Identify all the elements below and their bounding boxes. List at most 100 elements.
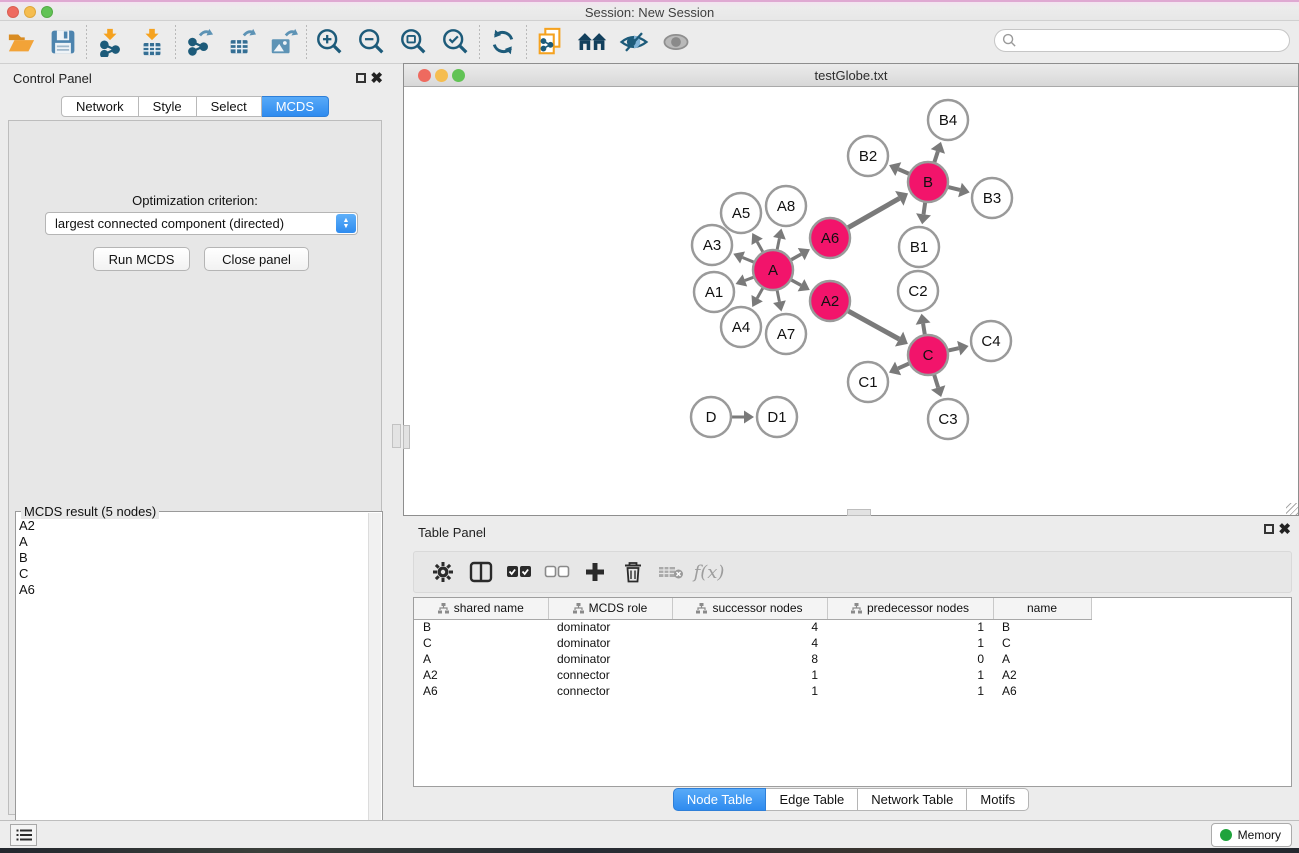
tab-network[interactable]: Network: [61, 96, 139, 117]
tab-network-table[interactable]: Network Table: [858, 788, 967, 811]
cell-name[interactable]: C: [993, 635, 1091, 651]
resize-grip-icon[interactable]: [1286, 503, 1298, 515]
mcds-result-item[interactable]: A: [19, 534, 366, 550]
cell-predecessor-nodes[interactable]: 1: [827, 683, 993, 699]
task-history-button[interactable]: [10, 824, 37, 846]
cell-shared-name[interactable]: B: [414, 619, 548, 635]
first-neighbors-button[interactable]: [571, 24, 613, 60]
cell-successor-nodes[interactable]: 1: [672, 683, 827, 699]
mcds-result-list[interactable]: A2ABCA6: [19, 518, 366, 852]
cell-successor-nodes[interactable]: 1: [672, 667, 827, 683]
mcds-result-item[interactable]: B: [19, 550, 366, 566]
cell-MCDS-role[interactable]: dominator: [548, 619, 672, 635]
tab-node-table[interactable]: Node Table: [673, 788, 767, 811]
cell-name[interactable]: B: [993, 619, 1091, 635]
cell-predecessor-nodes[interactable]: 1: [827, 619, 993, 635]
show-graphics-details-button[interactable]: [655, 24, 697, 60]
cell-successor-nodes[interactable]: 4: [672, 635, 827, 651]
zoom-fit-button[interactable]: [393, 24, 435, 60]
select-all-rows-button[interactable]: [500, 555, 538, 589]
open-file-button[interactable]: [0, 24, 42, 60]
close-panel-icon[interactable]: ✖: [370, 69, 383, 87]
node-label-B4: B4: [939, 112, 957, 129]
function-builder-button[interactable]: f(x): [690, 555, 728, 589]
edge-A2-C[interactable]: [844, 309, 899, 339]
hide-graphics-details-button[interactable]: [613, 24, 655, 60]
cell-predecessor-nodes[interactable]: 1: [827, 635, 993, 651]
column-header-predecessor-nodes[interactable]: predecessor nodes: [827, 598, 993, 619]
close-panel-button[interactable]: Close panel: [204, 247, 309, 271]
delete-column-button[interactable]: [614, 555, 652, 589]
memory-button[interactable]: Memory: [1211, 823, 1292, 847]
column-header-shared-name[interactable]: shared name: [414, 598, 548, 619]
export-network-button[interactable]: [178, 24, 220, 60]
panel-splitter-handle[interactable]: [392, 424, 401, 448]
cell-shared-name[interactable]: C: [414, 635, 548, 651]
left-splitter-grip[interactable]: [403, 425, 410, 449]
cell-successor-nodes[interactable]: 4: [672, 619, 827, 635]
table-row[interactable]: Cdominator41C: [414, 635, 1109, 651]
mcds-scrollbar[interactable]: [368, 513, 381, 853]
mcds-result-item[interactable]: A6: [19, 582, 366, 598]
close-table-panel-icon[interactable]: ✖: [1278, 520, 1291, 538]
cell-MCDS-role[interactable]: connector: [548, 683, 672, 699]
node-table[interactable]: shared nameMCDS rolesuccessor nodesprede…: [413, 597, 1292, 787]
tab-style[interactable]: Style: [139, 96, 197, 117]
zoom-out-button[interactable]: [351, 24, 393, 60]
search-input[interactable]: [994, 29, 1290, 52]
column-header-name[interactable]: name: [993, 598, 1091, 619]
clone-network-button[interactable]: [529, 24, 571, 60]
network-canvas[interactable]: AA1A2A3A4A5A6A7A8BB1B2B3B4CC1C2C3C4DD1: [404, 87, 1298, 515]
cell-MCDS-role[interactable]: connector: [548, 667, 672, 683]
optimization-dropdown[interactable]: largest connected component (directed) ▲…: [45, 212, 358, 235]
column-header-MCDS-role[interactable]: MCDS role: [548, 598, 672, 619]
table-row[interactable]: A2connector11A2: [414, 667, 1109, 683]
cell-predecessor-nodes[interactable]: 1: [827, 667, 993, 683]
app-titlebar: Session: New Session: [0, 0, 1299, 21]
cell-predecessor-nodes[interactable]: 0: [827, 651, 993, 667]
mcds-result-item[interactable]: C: [19, 566, 366, 582]
zoom-fit-icon: [399, 27, 429, 57]
network-graph[interactable]: AA1A2A3A4A5A6A7A8BB1B2B3B4CC1C2C3C4DD1: [404, 87, 1298, 515]
edge-A6-B[interactable]: [844, 198, 899, 230]
run-mcds-button[interactable]: Run MCDS: [93, 247, 190, 271]
cell-MCDS-role[interactable]: dominator: [548, 651, 672, 667]
zoom-selected-button[interactable]: [435, 24, 477, 60]
deselect-all-rows-button[interactable]: [538, 555, 576, 589]
export-table-button[interactable]: [220, 24, 262, 60]
network-window-titlebar[interactable]: testGlobe.txt: [404, 64, 1298, 87]
delete-table-icon: [658, 563, 684, 581]
mcds-result-item[interactable]: A2: [19, 518, 366, 534]
cell-shared-name[interactable]: A: [414, 651, 548, 667]
column-visibility-button[interactable]: [462, 555, 500, 589]
zoom-in-button[interactable]: [309, 24, 351, 60]
export-image-button[interactable]: [262, 24, 304, 60]
bottom-splitter-grip[interactable]: [847, 509, 871, 516]
tab-motifs[interactable]: Motifs: [967, 788, 1029, 811]
table-settings-button[interactable]: [424, 555, 462, 589]
table-row[interactable]: Bdominator41B: [414, 619, 1109, 635]
cell-name[interactable]: A: [993, 651, 1091, 667]
cell-name[interactable]: A6: [993, 683, 1091, 699]
tab-mcds[interactable]: MCDS: [262, 96, 329, 117]
table-row[interactable]: Adominator80A: [414, 651, 1109, 667]
float-table-panel-icon[interactable]: [1264, 524, 1274, 534]
cell-shared-name[interactable]: A2: [414, 667, 548, 683]
cell-successor-nodes[interactable]: 8: [672, 651, 827, 667]
refresh-button[interactable]: [482, 24, 524, 60]
tab-select[interactable]: Select: [197, 96, 262, 117]
float-panel-icon[interactable]: [356, 73, 366, 83]
cell-shared-name[interactable]: A6: [414, 683, 548, 699]
cell-MCDS-role[interactable]: dominator: [548, 635, 672, 651]
save-session-button[interactable]: [42, 24, 84, 60]
cell-name[interactable]: A2: [993, 667, 1091, 683]
toolbar-separator: [86, 25, 87, 59]
import-table-button[interactable]: [131, 24, 173, 60]
tab-edge-table[interactable]: Edge Table: [766, 788, 858, 811]
import-network-button[interactable]: [89, 24, 131, 60]
add-column-button[interactable]: [576, 555, 614, 589]
toolbar-separator: [306, 25, 307, 59]
table-row[interactable]: A6connector11A6: [414, 683, 1109, 699]
column-header-successor-nodes[interactable]: successor nodes: [672, 598, 827, 619]
delete-table-button[interactable]: [652, 555, 690, 589]
